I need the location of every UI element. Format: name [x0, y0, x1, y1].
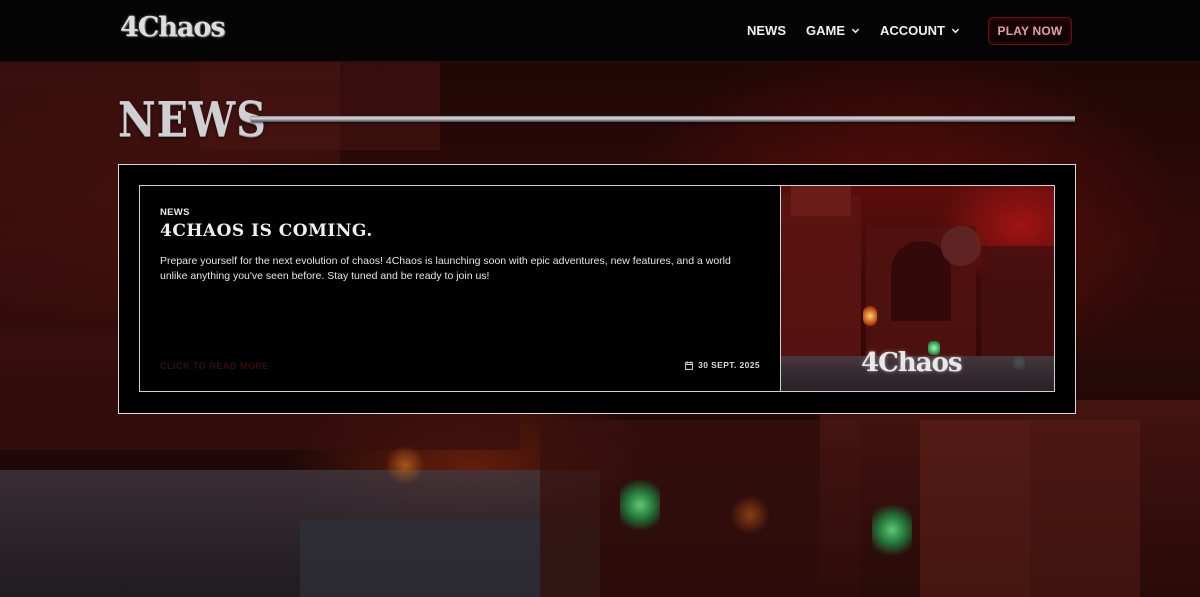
read-more-link[interactable]: CLICK TO READ MORE: [160, 361, 269, 371]
nav-news-label: NEWS: [747, 23, 786, 38]
thumbnail-logo: 4Chaos: [861, 348, 963, 378]
news-description: Prepare yourself for the next evolution …: [160, 255, 731, 282]
play-now-button[interactable]: PLAY NOW: [988, 16, 1072, 45]
news-card-content: NEWS 4CHAOS IS COMING. Prepare yourself …: [140, 186, 781, 391]
news-card[interactable]: NEWS 4CHAOS IS COMING. Prepare yourself …: [139, 185, 1055, 392]
chevron-down-icon: [851, 28, 860, 34]
nav-news[interactable]: NEWS: [747, 23, 786, 38]
page-title: NEWS: [118, 92, 267, 148]
main-nav: NEWS GAME ACCOUNT PLAY NOW: [727, 0, 1072, 61]
nav-game-dropdown[interactable]: GAME: [806, 23, 860, 38]
site-logo[interactable]: 4Chaos: [120, 12, 226, 48]
nav-account-label: ACCOUNT: [880, 23, 945, 38]
news-thumbnail[interactable]: 4Chaos: [781, 186, 1054, 391]
news-title[interactable]: 4CHAOS IS COMING.: [160, 221, 373, 241]
title-divider: [251, 116, 1075, 122]
news-category: NEWS: [160, 207, 190, 218]
news-date-text: 30 SEPT. 2025: [698, 360, 760, 370]
news-panel: NEWS 4CHAOS IS COMING. Prepare yourself …: [118, 164, 1076, 414]
nav-game-label: GAME: [806, 23, 845, 38]
chevron-down-icon: [951, 28, 960, 34]
top-navbar: 4Chaos NEWS GAME ACCOUNT PLAY NOW: [0, 0, 1200, 62]
nav-account-dropdown[interactable]: ACCOUNT: [880, 23, 960, 38]
news-date: 30 SEPT. 2025: [685, 360, 760, 370]
calendar-icon: [685, 360, 693, 370]
